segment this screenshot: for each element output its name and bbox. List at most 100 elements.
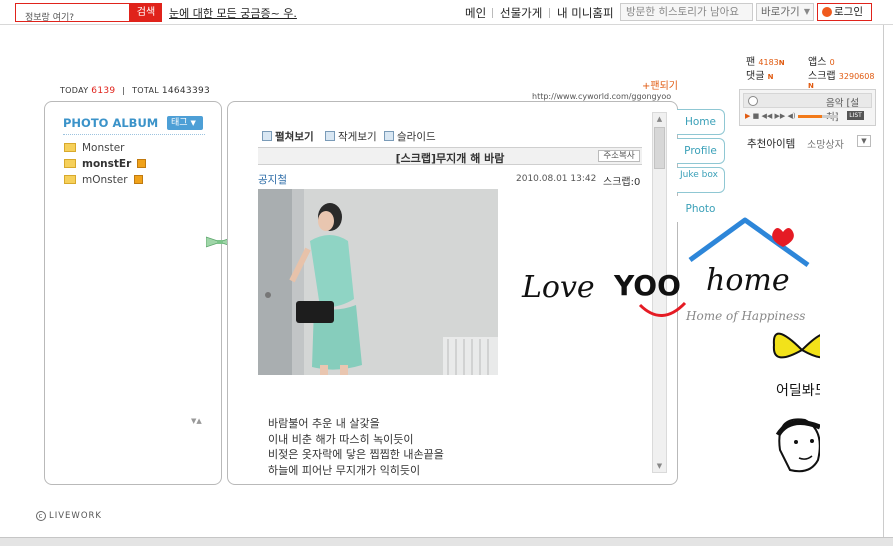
stop-icon[interactable]: ■ xyxy=(753,112,760,120)
folder-icon xyxy=(64,175,76,184)
folder-icon xyxy=(64,143,76,152)
new-badge-icon xyxy=(133,175,143,184)
folder-item[interactable]: monstEr xyxy=(64,158,147,170)
tab-profile[interactable]: Profile xyxy=(677,138,725,164)
post-photo xyxy=(258,189,498,375)
shortcut-label: 바로가기 xyxy=(761,6,800,18)
scrap-stat: 스크랩 3290608 N xyxy=(808,67,884,90)
folder-label: Monster xyxy=(82,142,125,154)
copyright-icon: c xyxy=(36,511,46,521)
folder-item[interactable]: Monster xyxy=(64,142,125,154)
wish-box-link[interactable]: 소망상자 xyxy=(807,136,844,151)
nav-separator xyxy=(549,8,550,18)
new-badge-icon xyxy=(137,159,147,168)
become-fan-label: 팬되기 xyxy=(650,81,678,92)
tag-button[interactable]: 태그 ▼ xyxy=(167,116,203,130)
page-right-border xyxy=(883,25,884,537)
play-icon[interactable]: ▶ xyxy=(745,112,750,120)
copy-address-button[interactable]: 주소복사 xyxy=(598,150,640,162)
player-controls: ▶ ■ ◀◀ ▶▶ ◀) xyxy=(745,112,796,120)
new-mark: N xyxy=(767,73,774,81)
scrap-label: 스크랩 xyxy=(808,71,836,82)
prev-icon[interactable]: ◀◀ xyxy=(761,112,772,120)
folder-item[interactable]: mOnster xyxy=(64,174,143,186)
shortcut-select[interactable]: 바로가기 ▼ xyxy=(756,3,814,21)
view-slide-button[interactable]: 슬라이드 xyxy=(384,129,436,144)
nav-separator xyxy=(492,8,493,18)
playlist-button[interactable]: LIST xyxy=(847,111,864,120)
expanded-view-icon xyxy=(262,131,272,141)
scrap-count: 스크랩:0 xyxy=(603,177,641,188)
divider xyxy=(63,134,205,135)
tab-jukebox[interactable]: Juke box xyxy=(677,167,725,193)
view-small-button[interactable]: 작게보기 xyxy=(325,129,377,144)
caption-text: 어딜봐도 미남 xyxy=(776,383,820,399)
next-icon[interactable]: ▶▶ xyxy=(775,112,786,120)
homepage-url[interactable]: http://www.cyworld.com/ggongyoo xyxy=(532,92,671,101)
small-view-icon xyxy=(325,131,335,141)
top-bar: 정보랑 여기? 검색 눈에 대한 모든 궁금증~ 우. 메인 선물가게 내 미니… xyxy=(0,0,893,25)
comment-count: 댓글 N xyxy=(746,67,773,82)
login-label: 로그인 xyxy=(834,6,863,18)
visit-counter: TODAY 6139 | TOTAL 14643393 xyxy=(60,86,211,96)
new-mark: N xyxy=(778,59,785,67)
login-icon xyxy=(822,7,832,17)
album-title: PHOTO ALBUM xyxy=(63,116,159,130)
folder-label: monstEr xyxy=(82,158,132,170)
folder-label: mOnster xyxy=(82,174,128,186)
livework-logo: c LIVEWORK xyxy=(36,511,102,521)
apps-count[interactable]: 앱스 0 xyxy=(808,53,835,68)
search-button[interactable]: 검색 xyxy=(130,3,162,22)
total-label: TOTAL xyxy=(132,86,159,95)
home-text: home xyxy=(706,263,790,298)
love-text: Love xyxy=(521,270,595,305)
total-value: 14643393 xyxy=(161,86,211,96)
scroll-up-icon[interactable]: ▲ xyxy=(653,113,666,125)
today-value: 6139 xyxy=(91,86,116,96)
livework-label: LIVEWORK xyxy=(49,511,103,521)
view-label: 슬라이드 xyxy=(397,131,436,143)
chevron-down-icon: ▼ xyxy=(190,119,196,127)
cd-icon xyxy=(748,96,758,106)
love-yoo-home-artwork: Love YOO home Home of Happiness 어딜봐도 미남 xyxy=(521,217,820,473)
chevron-down-icon[interactable]: ▼ xyxy=(857,135,871,147)
volume-icon[interactable]: ◀) xyxy=(788,112,796,120)
history-select[interactable]: 방문한 히스토리가 남아요 xyxy=(620,3,753,21)
promo-link[interactable]: 눈에 대한 모든 궁금증~ 우. xyxy=(169,5,297,21)
scroll-thumb[interactable] xyxy=(654,127,665,169)
post-date: 2010.08.01 13:42 xyxy=(516,174,597,184)
today-label: TODAY xyxy=(60,86,89,95)
apps-value: 0 xyxy=(829,58,835,67)
page-bottom-bar xyxy=(0,537,893,546)
tab-home[interactable]: Home xyxy=(677,109,725,135)
fan-value: 4183 xyxy=(758,58,779,67)
subtitle-text: Home of Happiness xyxy=(685,309,805,323)
scroll-arrows-icon[interactable]: ▼▲ xyxy=(191,417,202,425)
post-title: [스크랩]무지개 해 바람 xyxy=(395,152,505,165)
become-fan-button[interactable]: +팬되기 xyxy=(642,77,678,92)
tag-label: 태그 xyxy=(171,118,188,128)
folder-icon xyxy=(64,159,76,168)
volume-fill xyxy=(798,115,822,118)
view-expanded-button[interactable]: 펼쳐보기 xyxy=(262,129,314,144)
music-player: 음악 [설치] ▶ ■ ◀◀ ▶▶ ◀) LIST xyxy=(739,89,876,126)
nav-my-minihompy-link[interactable]: 내 미니홈피 xyxy=(557,5,614,21)
comment-label: 댓글 xyxy=(746,71,765,82)
login-button[interactable]: 로그인 xyxy=(817,3,872,21)
scrap-value: 3290608 xyxy=(838,72,875,81)
nav-gift-shop-link[interactable]: 선물가게 xyxy=(500,5,542,21)
view-label: 작게보기 xyxy=(338,131,377,143)
view-label: 펼쳐보기 xyxy=(275,131,314,143)
fan-count: 팬 4183N xyxy=(746,53,785,68)
slide-view-icon xyxy=(384,131,394,141)
volume-slider[interactable] xyxy=(798,115,838,118)
post-header: [스크랩]무지개 해 바람 주소복사 xyxy=(258,147,642,165)
album-sidebar: PHOTO ALBUM 태그 ▼ Monster monstEr mOnster… xyxy=(44,101,222,485)
post-author[interactable]: 공지철 xyxy=(258,172,287,187)
chevron-down-icon: ▼ xyxy=(803,7,810,16)
recommended-items-link[interactable]: 추천아이템 xyxy=(747,136,795,151)
nav-main-link[interactable]: 메인 xyxy=(465,5,486,21)
yoo-text: YOO xyxy=(613,269,681,302)
search-input[interactable]: 정보랑 여기? xyxy=(15,3,130,23)
player-header: 음악 [설치] xyxy=(743,93,872,123)
